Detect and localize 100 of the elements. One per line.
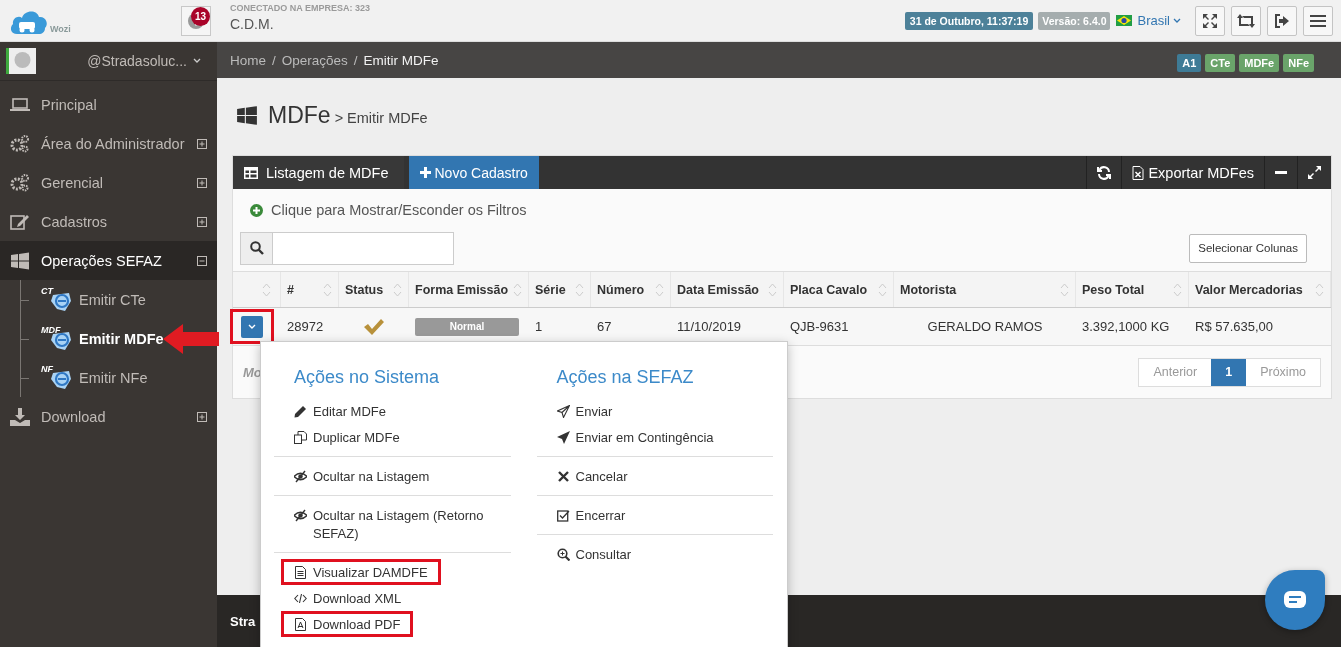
table-info-text: Mo — [243, 364, 262, 380]
version-badge: Versão: 6.4.0 — [1038, 11, 1111, 30]
expand-icon — [197, 411, 207, 422]
document-icon — [294, 566, 307, 579]
breadcrumb-separator: / — [272, 52, 276, 68]
gears-icon — [10, 134, 30, 153]
sort-icon — [262, 282, 271, 297]
dropdown-heading: Ações no Sistema — [293, 366, 441, 389]
page-subtitle: > Emitir MDFe — [334, 109, 428, 126]
new-record-button[interactable]: Novo Cadastro — [408, 156, 539, 189]
dropdown-item[interactable]: Cancelar — [543, 463, 641, 489]
table-header-cell[interactable]: Forma Emissão — [409, 272, 529, 307]
module-badge: NFe — [1283, 54, 1314, 72]
table-header-cell[interactable]: Data Emissão — [671, 272, 784, 307]
sort-icon — [1315, 282, 1324, 297]
logo-text: Wozi — [50, 23, 71, 34]
dropdown-item[interactable]: Duplicar MDFe — [281, 424, 413, 450]
dropdown-item[interactable]: Download PDF — [281, 611, 414, 637]
dropdown-item[interactable]: Encerrar — [543, 502, 639, 528]
page-title: MDFe — [268, 101, 331, 129]
eye-slash-icon — [294, 470, 307, 483]
breadcrumb-link[interactable]: Emitir MDFe — [363, 52, 439, 68]
icon-caption: CT — [41, 285, 53, 296]
notifications-button[interactable]: 13 — [181, 5, 211, 36]
language-dropdown[interactable]: Brasil — [1137, 13, 1189, 28]
export-button[interactable]: Exportar MDFes — [1121, 156, 1264, 189]
plus-circle-icon — [250, 203, 263, 217]
menu-button[interactable] — [1303, 5, 1333, 36]
sort-icon — [513, 282, 522, 297]
status-badge: Normal — [415, 317, 519, 336]
pencil-icon — [294, 405, 307, 418]
dropdown-item[interactable]: Visualizar DAMDFE — [281, 559, 441, 585]
sort-icon — [393, 282, 402, 297]
sync-button[interactable] — [1231, 5, 1261, 36]
row-actions-button[interactable] — [241, 315, 263, 338]
sort-icon — [655, 282, 664, 297]
table-header-cell[interactable]: Valor Mercadorias — [1189, 272, 1331, 307]
menu-item[interactable]: Download — [0, 397, 217, 436]
table-cell: GERALDO RAMOS — [927, 319, 1043, 334]
table-cell: 67 — [597, 319, 612, 334]
menu-item[interactable]: Gerencial — [0, 163, 217, 202]
dropdown-item[interactable]: Consultar — [543, 541, 645, 567]
caret-icon — [193, 58, 201, 64]
caret-icon — [248, 323, 256, 330]
edit-icon — [10, 212, 30, 231]
select-columns-button[interactable]: Selecionar Colunas — [1189, 233, 1307, 263]
breadcrumb-link[interactable]: Home — [230, 52, 266, 68]
sort-icon — [768, 282, 777, 297]
dropdown-item[interactable]: Enviar — [543, 398, 626, 424]
sort-icon — [878, 282, 887, 297]
dropdown-item[interactable]: Download XML — [281, 585, 415, 611]
collapse-icon — [197, 255, 207, 266]
menu-item[interactable]: Operações SEFAZ — [0, 241, 217, 280]
avatar-icon — [6, 48, 36, 74]
table-header-cell[interactable]: Peso Total — [1076, 272, 1189, 307]
search-icon — [249, 241, 264, 255]
user-dropdown[interactable]: @Stradasoluc... — [81, 52, 207, 70]
menu-item[interactable]: Principal — [0, 85, 217, 124]
submenu-item[interactable]: CT Emitir CTe — [21, 280, 217, 319]
fullscreen-button[interactable] — [1195, 5, 1225, 36]
module-badge: A1 — [1177, 54, 1202, 72]
search-field[interactable] — [240, 231, 454, 265]
windows-icon — [10, 251, 30, 270]
table-header-cell[interactable]: Série — [529, 272, 591, 307]
expand-icon — [1308, 166, 1321, 179]
table-header-cell[interactable]: Placa Cavalo — [784, 272, 894, 307]
breadcrumb-link[interactable]: Operações — [281, 52, 348, 68]
widget-tab[interactable]: Listagem de MDFe — [233, 156, 404, 189]
plus-icon — [419, 167, 431, 178]
dropdown-item[interactable]: Enviar em Contingência — [543, 424, 727, 450]
expand-icon — [197, 138, 207, 149]
table-header-cell[interactable]: Status — [339, 272, 409, 307]
submenu-item[interactable]: MDF Emitir MDFe — [21, 319, 217, 358]
close-icon — [556, 470, 570, 483]
footer-text: Stra — [230, 613, 256, 629]
dropdown-item[interactable]: Editar MDFe — [281, 398, 399, 424]
minimize-icon — [1275, 171, 1287, 174]
logout-button[interactable] — [1267, 5, 1297, 36]
table-header-cell[interactable]: # — [281, 272, 339, 307]
table-header-cell[interactable]: Motorista — [894, 272, 1076, 307]
menu-item[interactable]: Área do Administrador — [0, 124, 217, 163]
icon-caption: NF — [41, 363, 53, 374]
code-icon — [294, 592, 307, 605]
sort-icon — [575, 282, 584, 297]
flag-icon — [1116, 15, 1133, 26]
gears-icon — [10, 173, 30, 192]
table-header-cell[interactable]: Número — [591, 272, 671, 307]
table-cell: 11/10/2019 — [677, 319, 742, 334]
pagination-button[interactable]: 1 — [1211, 358, 1247, 386]
chat-icon — [1283, 590, 1307, 610]
chat-button[interactable] — [1265, 570, 1325, 630]
menu-item[interactable]: Cadastros — [0, 202, 217, 241]
submenu-item[interactable]: NF Emitir NFe — [21, 358, 217, 397]
dropdown-item[interactable]: Ocultar na Listagem — [281, 463, 443, 489]
datetime-badge: 31 de Outubro, 11:37:19 — [904, 11, 1034, 30]
laptop-icon — [10, 95, 30, 114]
notification-count: 13 — [191, 6, 210, 26]
dropdown-item[interactable]: Ocultar na Listagem (Retorno SEFAZ) — [281, 502, 511, 546]
filters-toggle-link[interactable]: Clique para Mostrar/Esconder os Filtros — [233, 189, 1331, 231]
module-badge: CTe — [1205, 54, 1236, 72]
